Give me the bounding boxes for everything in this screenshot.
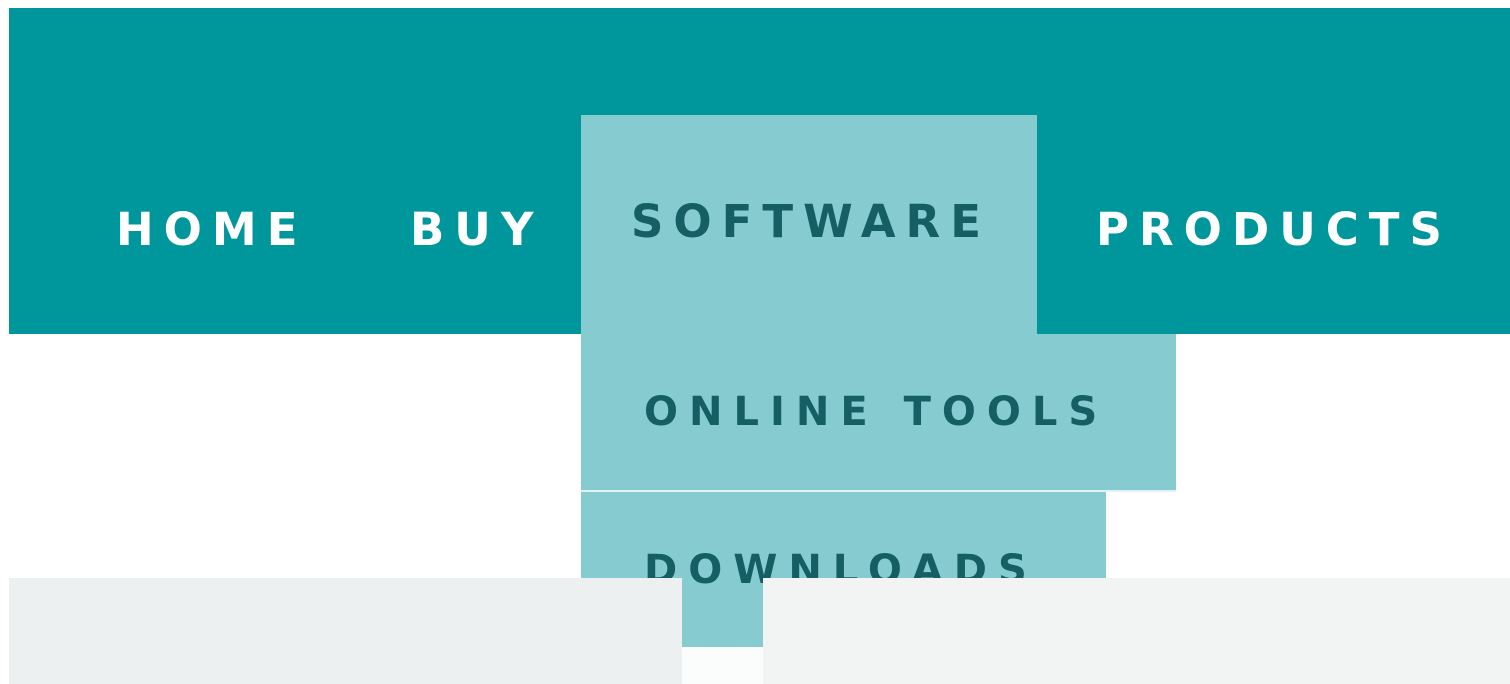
left-margin: [0, 0, 9, 684]
nav-item-software-label: SOFTWARE: [631, 195, 991, 248]
content-panel-right: [763, 578, 1510, 684]
nav-item-products[interactable]: PRODUCTS: [1096, 200, 1452, 260]
dropdown-item-label: ONLINE TOOLS: [644, 389, 1109, 435]
top-margin: [0, 0, 1510, 8]
page: HOME BUY PRODUCTS SOFTWARE ONLINE TOOLS …: [0, 0, 1510, 684]
nav-item-home[interactable]: HOME: [116, 200, 307, 260]
nav-item-buy[interactable]: BUY: [410, 200, 543, 260]
dropdown-item-online-tools[interactable]: ONLINE TOOLS: [581, 334, 1176, 490]
content-panel-left: [9, 578, 682, 684]
nav-item-software[interactable]: SOFTWARE: [581, 115, 1037, 334]
content-gap: [682, 647, 763, 684]
